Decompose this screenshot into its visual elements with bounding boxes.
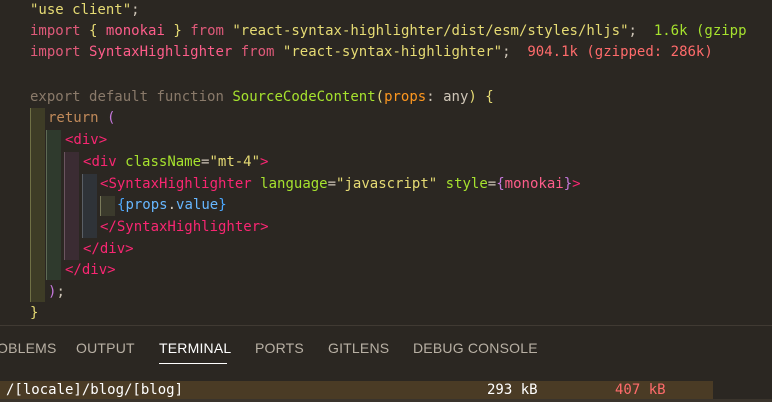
code-line-1: "use client";	[30, 0, 140, 21]
code-line-9: <SyntaxHighlighter language="javascript"…	[100, 174, 581, 195]
token-punctuation: ;	[56, 284, 65, 300]
code-line-5: export default function SourceCodeConten…	[30, 87, 494, 108]
code-line-7: <div>	[65, 130, 107, 151]
code-line-15: }	[30, 303, 38, 324]
token-punctuation: :	[426, 89, 435, 105]
token-function-name: SourceCodeContent	[232, 89, 376, 105]
code-editor[interactable]: "use client"; import { monokai } from "r…	[0, 0, 772, 325]
token-punctuation: ;	[502, 44, 511, 60]
indent-guide	[30, 108, 45, 302]
token-tag: </div>	[83, 241, 134, 257]
token-brace: }	[30, 305, 39, 321]
token-keyword: export	[30, 89, 81, 105]
token-keyword: import	[30, 23, 81, 39]
token-identifier: SyntaxHighlighter	[89, 44, 233, 60]
token-brace: }	[563, 176, 573, 192]
token-paren: (	[375, 89, 385, 105]
token-tag: </div>	[65, 262, 116, 278]
indent-guide	[64, 152, 79, 260]
import-size-hint: 1.6k (gzipp	[653, 23, 747, 39]
token-tag: >	[572, 176, 581, 192]
token-tag: >	[260, 154, 269, 170]
code-line-12: </div>	[83, 239, 134, 260]
token-keyword: function	[156, 89, 224, 105]
tab-ports[interactable]: PORTS	[255, 340, 304, 356]
token-keyword: return	[48, 110, 99, 126]
route-path: /[locale]/blog/[blog]	[6, 382, 184, 398]
tab-problems[interactable]: OBLEMS	[0, 340, 57, 356]
token-punctuation: =	[487, 176, 497, 192]
token-tag: <div>	[65, 132, 108, 148]
terminal-row: /[locale]/blog/[blog] 293 kB 407 kB	[0, 381, 713, 399]
indent-guide	[82, 174, 97, 238]
token-attribute: style	[445, 176, 488, 192]
token-tag: div	[91, 154, 117, 170]
token-brace: {	[496, 176, 505, 192]
active-tab-indicator	[159, 363, 227, 364]
token-brace: {	[89, 23, 98, 39]
import-size-hint: 904.1k (gzipped: 286k)	[527, 44, 713, 60]
token-attribute: language	[260, 176, 328, 192]
token-keyword: default	[89, 89, 149, 105]
token-identifier: monokai	[105, 23, 165, 39]
terminal-output[interactable]: /[locale]/blog/[blog] 293 kB 407 kB	[0, 370, 772, 402]
code-line-13: </div>	[65, 260, 116, 281]
token-punctuation: =	[327, 176, 337, 192]
code-line-11: </SyntaxHighlighter>	[100, 217, 269, 238]
route-first-load: 407 kB	[615, 382, 666, 398]
code-line-6: return (	[48, 108, 115, 129]
token-brace: }	[173, 23, 182, 39]
token-keyword: import	[30, 44, 81, 60]
token-string: "react-syntax-highlighter/dist/esm/style…	[232, 23, 629, 39]
token-punctuation: ;	[628, 23, 637, 39]
indent-guide	[100, 196, 115, 216]
tab-output[interactable]: OUTPUT	[76, 340, 135, 356]
token-string: "use client"	[30, 2, 132, 18]
tab-terminal[interactable]: TERMINAL	[159, 340, 231, 356]
token-punctuation: ;	[131, 2, 140, 18]
token-paren: )	[468, 89, 477, 105]
route-size: 293 kB	[487, 382, 538, 398]
token-keyword: from	[240, 44, 275, 60]
code-line-14: );	[48, 282, 65, 303]
token-punctuation: .	[167, 197, 177, 213]
token-parameter: props	[384, 89, 427, 105]
code-line-3: import SyntaxHighlighter from "react-syn…	[30, 42, 713, 63]
token-keyword: from	[190, 23, 224, 39]
tab-debug-console[interactable]: DEBUG CONSOLE	[413, 340, 538, 356]
token-identifier: props	[125, 197, 168, 213]
token-brace: {	[485, 89, 494, 105]
token-tag: SyntaxHighlighter	[108, 176, 252, 192]
token-identifier: monokai	[504, 176, 564, 192]
token-paren: (	[107, 110, 116, 126]
tab-gitlens[interactable]: GITLENS	[328, 340, 389, 356]
token-type: any	[443, 89, 469, 105]
token-brace: }	[218, 197, 227, 213]
token-tag: </SyntaxHighlighter>	[100, 219, 269, 235]
indent-guide	[46, 130, 61, 280]
code-line-2: import { monokai } from "react-syntax-hi…	[30, 21, 747, 42]
token-string: "mt-4"	[209, 154, 261, 170]
panel-tabs: OBLEMS OUTPUT TERMINAL PORTS GITLENS DEB…	[0, 326, 772, 370]
token-property: value	[176, 197, 219, 213]
token-string: "javascript"	[336, 176, 438, 192]
code-line-8: <div className="mt-4">	[83, 152, 268, 173]
token-attribute: className	[125, 154, 202, 170]
code-line-10: {props.value}	[117, 195, 227, 216]
token-string: "react-syntax-highlighter"	[282, 44, 503, 60]
